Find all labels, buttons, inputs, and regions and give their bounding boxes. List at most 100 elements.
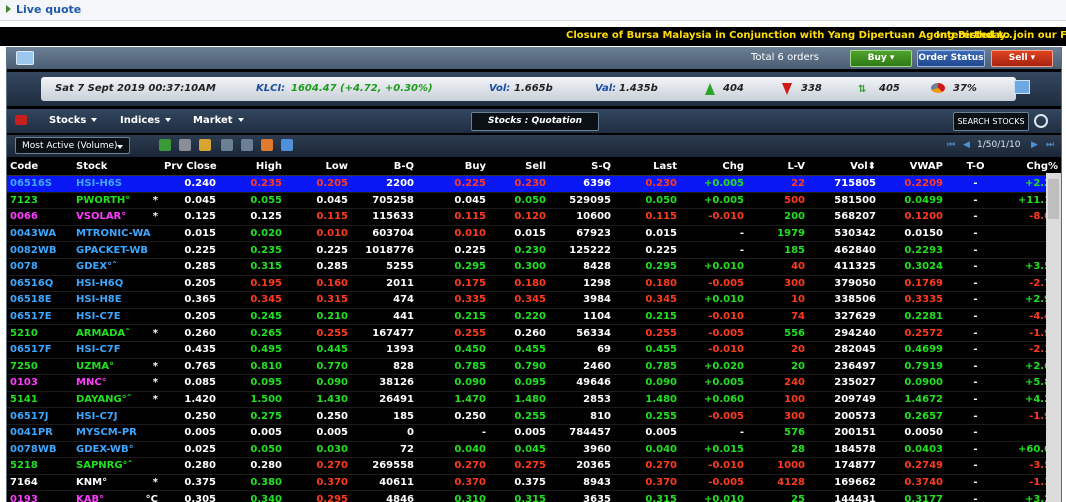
settings-icon[interactable] bbox=[221, 139, 233, 151]
ticker-item[interactable]: Interested to join our FREE eve bbox=[936, 30, 1066, 41]
folder-icon[interactable] bbox=[199, 139, 211, 151]
buy-button[interactable]: Buy ▾ bbox=[850, 50, 912, 67]
vertical-scrollbar[interactable] bbox=[1046, 173, 1061, 502]
table-row[interactable]: 7164 KNM° * 0.375 0.380 0.370 40611 0.370 0.375 8… bbox=[7, 474, 1061, 492]
cell-code: 0043WA bbox=[7, 225, 73, 243]
prev-page-icon[interactable]: ◀ bbox=[963, 140, 973, 150]
cell-stock: HSI-C7J bbox=[73, 407, 161, 425]
stock-name[interactable]: VSOLAR° bbox=[76, 211, 126, 222]
cell-to: - bbox=[946, 341, 1005, 359]
stock-name[interactable]: HSI-C7E bbox=[76, 311, 121, 322]
table-row[interactable]: 5218 SAPNRG°ˆ 0.280 0.280 0.270 269558 0.270 0.… bbox=[7, 457, 1061, 475]
cell-buy: 0.010 bbox=[417, 225, 489, 243]
table-row[interactable]: 06516Q HSI-H6Q 0.205 0.195 0.160 2011 0.175 0.1… bbox=[7, 275, 1061, 293]
stock-name[interactable]: ARMADAˆ bbox=[76, 328, 130, 339]
table-row[interactable]: 7123 PWORTH° * 0.045 0.055 0.045 705258 0.045 0.… bbox=[7, 192, 1061, 210]
column-header[interactable]: T-O bbox=[946, 158, 1005, 176]
cell-chg: -0.005 bbox=[680, 407, 747, 425]
table-row[interactable]: 06517F HSI-C7F 0.435 0.495 0.445 1393 0.450 0.4… bbox=[7, 341, 1061, 359]
home-icon[interactable] bbox=[15, 115, 27, 125]
table-row[interactable]: 0078 GDEX°ˆ 0.285 0.315 0.285 5255 0.295 0.300 8… bbox=[7, 258, 1061, 276]
first-page-icon[interactable]: ⏮ bbox=[947, 140, 957, 150]
stock-name[interactable]: HSI-C7F bbox=[76, 344, 121, 355]
stock-name[interactable]: DAYANG°ˆ bbox=[76, 394, 132, 405]
stock-name[interactable]: KNM° bbox=[76, 477, 107, 488]
column-header[interactable]: Low bbox=[285, 158, 351, 176]
stock-name[interactable]: HSI-H8E bbox=[76, 294, 122, 305]
stock-name[interactable]: GDEX-WB° bbox=[76, 444, 134, 455]
sell-button[interactable]: Sell ▾ bbox=[991, 50, 1053, 67]
cell-last: 1.480 bbox=[614, 391, 680, 409]
stock-name[interactable]: MTRONIC-WA bbox=[76, 228, 151, 239]
stock-marker: °C bbox=[145, 493, 158, 502]
cell-vwap: 0.2749 bbox=[879, 457, 946, 475]
stock-name[interactable]: KAB° bbox=[76, 494, 104, 502]
table-row[interactable]: 06517E HSI-C7E 0.205 0.245 0.210 441 0.215 0.22… bbox=[7, 308, 1061, 326]
cell-chg: -0.005 bbox=[680, 474, 747, 492]
news-ticker[interactable]: Closure of Bursa Malaysia in Conjunction… bbox=[0, 27, 1066, 46]
column-header[interactable]: High bbox=[219, 158, 285, 176]
table-row[interactable]: 06517J HSI-C7J 0.250 0.275 0.250 185 0.250 0.25… bbox=[7, 407, 1061, 425]
table-row[interactable]: 0066 VSOLAR° * 0.125 0.125 0.115 115633 0.115 0.… bbox=[7, 208, 1061, 226]
print-icon[interactable] bbox=[179, 139, 191, 151]
stock-name[interactable]: HSI-H6Q bbox=[76, 278, 123, 289]
expand-arrow-icon[interactable] bbox=[6, 5, 11, 13]
column-header[interactable]: Code bbox=[7, 158, 73, 176]
stock-name[interactable]: SAPNRG°ˆ bbox=[76, 460, 133, 471]
table-row[interactable]: 0078WB GDEX-WB° 0.025 0.050 0.030 72 0.040 0.04… bbox=[7, 441, 1061, 459]
table-row[interactable]: 0043WA MTRONIC-WA 0.015 0.020 0.010 603704 0.0… bbox=[7, 225, 1061, 243]
stock-name[interactable]: MYSCM-PR bbox=[76, 427, 137, 438]
column-header[interactable]: L-V bbox=[747, 158, 808, 176]
column-header[interactable]: Stock bbox=[73, 158, 161, 176]
export-icon[interactable] bbox=[159, 139, 171, 151]
popout-window-icon[interactable] bbox=[1014, 80, 1030, 94]
filter-icon[interactable] bbox=[241, 139, 253, 151]
monitor-icon[interactable] bbox=[16, 51, 34, 65]
cell-lv: 40 bbox=[747, 258, 808, 276]
search-icon[interactable] bbox=[1034, 114, 1048, 128]
total-orders[interactable]: Total 6 orders bbox=[751, 52, 819, 63]
menu-indices[interactable]: Indices bbox=[120, 115, 172, 126]
chevron-down-icon bbox=[237, 118, 244, 122]
cell-vwap: 0.2281 bbox=[879, 308, 946, 326]
column-header[interactable]: S-Q bbox=[549, 158, 614, 176]
column-header[interactable]: Last bbox=[614, 158, 680, 176]
column-header[interactable]: VWAP bbox=[879, 158, 946, 176]
column-header[interactable]: Vol⬍ bbox=[808, 158, 879, 176]
table-row[interactable]: 06516S HSI-H6S 0.240 0.235 0.205 2200 0.225 0.2… bbox=[7, 175, 1061, 193]
cell-high: 0.235 bbox=[219, 241, 285, 259]
order-status-button[interactable]: Order Status bbox=[917, 50, 985, 67]
column-header[interactable]: Buy bbox=[417, 158, 489, 176]
search-stocks-button[interactable]: SEARCH STOCKS bbox=[953, 112, 1029, 131]
cell-high: 0.050 bbox=[219, 441, 285, 459]
last-page-icon[interactable]: ⏭ bbox=[1046, 140, 1056, 150]
stock-name[interactable]: GDEX°ˆ bbox=[76, 261, 117, 272]
stock-name[interactable]: PWORTH° bbox=[76, 195, 130, 206]
stock-name[interactable]: MNC° bbox=[76, 377, 107, 388]
column-header[interactable]: Prv Close bbox=[161, 158, 219, 176]
table-row[interactable]: 0082WB GPACKET-WB 0.225 0.235 0.225 1018776 0.… bbox=[7, 241, 1061, 259]
stock-name[interactable]: GPACKET-WB bbox=[76, 245, 148, 256]
menu-market[interactable]: Market bbox=[193, 115, 244, 126]
cell-prv: 0.435 bbox=[161, 341, 219, 359]
list-selector[interactable]: Most Active (Volume) bbox=[15, 137, 130, 154]
table-row[interactable]: 7250 UZMA° * 0.765 0.810 0.770 828 0.785 0.790 24… bbox=[7, 358, 1061, 376]
column-header[interactable]: Sell bbox=[489, 158, 549, 176]
column-header[interactable]: Chg bbox=[680, 158, 747, 176]
table-row[interactable]: 0103 MNC° * 0.085 0.095 0.090 38126 0.090 0.095 4… bbox=[7, 374, 1061, 392]
table-row[interactable]: 5210 ARMADAˆ * 0.260 0.265 0.255 167477 0.255 0.… bbox=[7, 324, 1061, 342]
grid-icon[interactable] bbox=[281, 139, 293, 151]
stock-name[interactable]: HSI-C7J bbox=[76, 411, 117, 422]
stock-name[interactable]: HSI-H6S bbox=[76, 178, 122, 189]
table-row[interactable]: 0041PR MYSCM-PR 0.005 0.005 0.005 0-0.005 7844… bbox=[7, 424, 1061, 442]
menu-stocks[interactable]: Stocks bbox=[49, 115, 98, 126]
table-row[interactable]: 0193 KAB° °C 0.305 0.340 0.295 4846 0.310 0.315 3… bbox=[7, 490, 1061, 502]
stock-name[interactable]: UZMA° bbox=[76, 361, 114, 372]
next-page-icon[interactable]: ▶ bbox=[1031, 140, 1041, 150]
table-row[interactable]: 06518E HSI-H8E 0.365 0.345 0.315 474 0.335 0.34… bbox=[7, 291, 1061, 309]
column-header[interactable]: B-Q bbox=[351, 158, 417, 176]
table-row[interactable]: 5141 DAYANG°ˆ * 1.420 1.500 1.430 26491 1.470 1.… bbox=[7, 391, 1061, 409]
scroll-thumb[interactable] bbox=[1048, 179, 1059, 219]
cell-bq: 38126 bbox=[351, 374, 417, 392]
chart-icon[interactable] bbox=[261, 139, 273, 151]
